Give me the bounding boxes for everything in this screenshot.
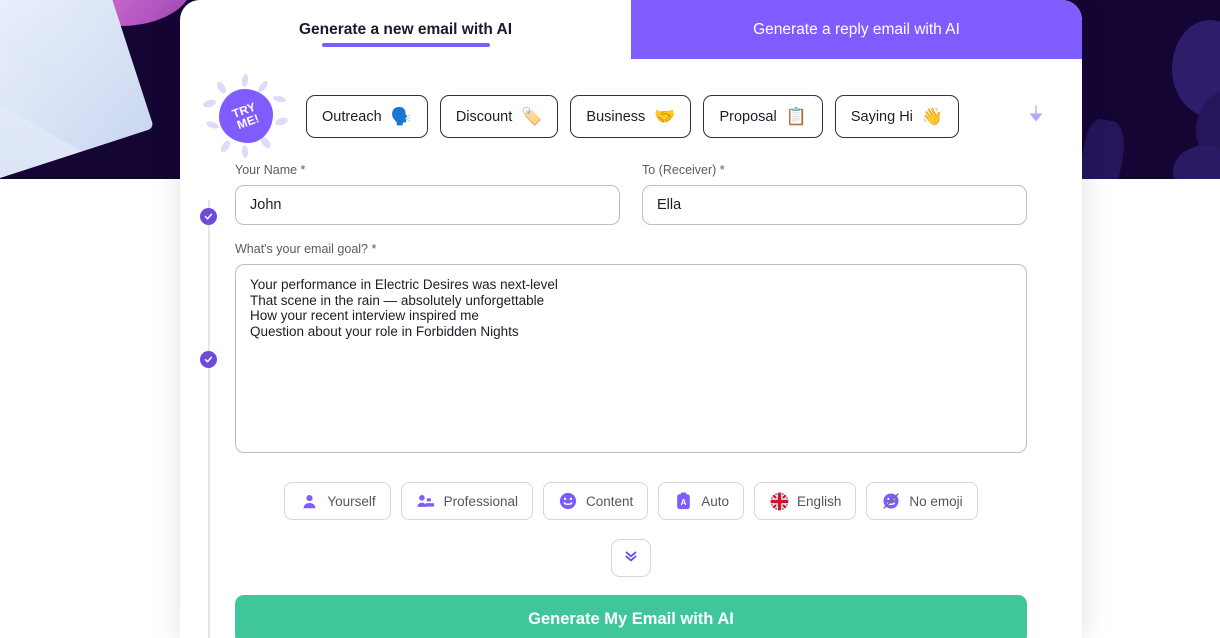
generate-email-button[interactable]: Generate My Email with AI bbox=[235, 595, 1027, 638]
cta-row: Generate My Email with AI bbox=[180, 595, 1082, 638]
chip-proposal[interactable]: Proposal 📋 bbox=[703, 95, 823, 138]
clipboard-emoji: 📋 bbox=[785, 107, 807, 126]
badge-ray bbox=[219, 138, 232, 154]
svg-text:A: A bbox=[680, 498, 686, 507]
option-no-emoji-label: No emoji bbox=[909, 493, 963, 509]
option-language-english[interactable]: English bbox=[754, 482, 857, 520]
badge-ray bbox=[256, 79, 270, 93]
envelope-illustration bbox=[0, 0, 154, 179]
expand-options-row bbox=[180, 539, 1082, 577]
badge-ray bbox=[205, 119, 220, 130]
option-english-label: English bbox=[797, 493, 842, 509]
chip-discount-label: Discount bbox=[455, 108, 513, 125]
your-name-label: Your Name * bbox=[235, 163, 306, 177]
chip-business-label: Business bbox=[586, 108, 646, 125]
uk-flag-icon bbox=[769, 491, 789, 511]
chip-business[interactable]: Business 🤝 bbox=[570, 95, 692, 138]
chip-outreach[interactable]: Outreach 🗣️ bbox=[306, 95, 428, 138]
receiver-label: To (Receiver) * bbox=[642, 163, 725, 177]
option-auto-label: Auto bbox=[701, 493, 730, 509]
tab-generate-new-email[interactable]: Generate a new email with AI bbox=[180, 0, 631, 59]
receiver-input[interactable] bbox=[642, 185, 1027, 225]
badge-ray bbox=[241, 144, 249, 158]
email-goal-textarea[interactable]: Your performance in Electric Desires was… bbox=[235, 264, 1027, 453]
email-option-chips: Yourself Professional Content A Auto Eng… bbox=[180, 482, 1082, 520]
badge-ray bbox=[241, 73, 249, 87]
speaking-head-emoji: 🗣️ bbox=[390, 107, 412, 126]
badge-ray bbox=[202, 97, 217, 109]
your-name-input[interactable] bbox=[235, 185, 620, 225]
category-chips: Outreach 🗣️ Discount 🏷️ Business 🤝 Propo… bbox=[306, 95, 960, 138]
tab-generate-new-email-label: Generate a new email with AI bbox=[298, 20, 513, 38]
handshake-emoji: 🤝 bbox=[654, 107, 676, 126]
progress-rail bbox=[208, 200, 210, 638]
field-email-goal: What's your email goal? * Your performan… bbox=[180, 242, 1082, 458]
rail-check-step-1 bbox=[200, 208, 217, 225]
badge-ray bbox=[274, 115, 289, 127]
try-me-badge-circle: TRY ME! bbox=[219, 88, 273, 143]
no-emoji-icon bbox=[881, 491, 901, 511]
tab-active-underline bbox=[321, 43, 490, 47]
field-receiver: To (Receiver) * bbox=[642, 163, 1027, 225]
tab-bar: Generate a new email with AI Generate a … bbox=[180, 0, 1082, 59]
person-icon bbox=[299, 491, 319, 511]
check-icon bbox=[204, 213, 213, 220]
auto-length-icon: A bbox=[673, 491, 693, 511]
chip-discount[interactable]: Discount 🏷️ bbox=[439, 95, 559, 138]
option-no-emoji[interactable]: No emoji bbox=[866, 482, 978, 520]
option-yourself-label: Yourself bbox=[327, 493, 376, 509]
rail-check-step-2 bbox=[200, 351, 217, 368]
chip-proposal-label: Proposal bbox=[719, 108, 777, 125]
email-generator-card: Generate a new email with AI Generate a … bbox=[180, 0, 1082, 638]
chip-saying-hi[interactable]: Saying Hi 👋 bbox=[834, 95, 960, 138]
try-me-badge-text: TRY ME! bbox=[230, 99, 262, 131]
email-goal-label: What's your email goal? * bbox=[235, 242, 377, 256]
option-yourself[interactable]: Yourself bbox=[284, 482, 391, 520]
email-form: Your Name * To (Receiver) * What's your … bbox=[180, 163, 1082, 638]
chip-saying-hi-label: Saying Hi bbox=[850, 108, 913, 125]
check-icon bbox=[204, 356, 213, 363]
option-professional[interactable]: Professional bbox=[400, 482, 533, 520]
tab-generate-reply-email-label: Generate a reply email with AI bbox=[753, 20, 960, 38]
badge-ray bbox=[272, 94, 287, 103]
badge-ray bbox=[215, 79, 228, 95]
waving-hand-emoji: 👋 bbox=[921, 107, 944, 126]
option-content-label: Content bbox=[585, 493, 634, 509]
name-receiver-row: Your Name * To (Receiver) * bbox=[180, 163, 1082, 225]
option-auto-length[interactable]: A Auto bbox=[658, 482, 745, 520]
background-blob-right-3 bbox=[1075, 117, 1129, 179]
try-me-badge: TRY ME! bbox=[202, 73, 289, 160]
option-content[interactable]: Content bbox=[542, 482, 649, 520]
chevron-down-icon[interactable] bbox=[1028, 104, 1044, 129]
category-chip-row: TRY ME! Outreach 🗣️ Discount 🏷️ Business… bbox=[180, 59, 1082, 174]
expand-more-options-button[interactable] bbox=[611, 539, 651, 577]
people-group-icon bbox=[416, 491, 436, 511]
smiley-face-icon bbox=[558, 491, 578, 511]
option-professional-label: Professional bbox=[443, 493, 518, 509]
chip-outreach-label: Outreach bbox=[322, 108, 382, 125]
tab-generate-reply-email[interactable]: Generate a reply email with AI bbox=[631, 0, 1082, 59]
label-tag-emoji: 🏷️ bbox=[521, 107, 543, 126]
field-your-name: Your Name * bbox=[235, 163, 620, 225]
double-chevron-down-icon bbox=[623, 548, 639, 569]
